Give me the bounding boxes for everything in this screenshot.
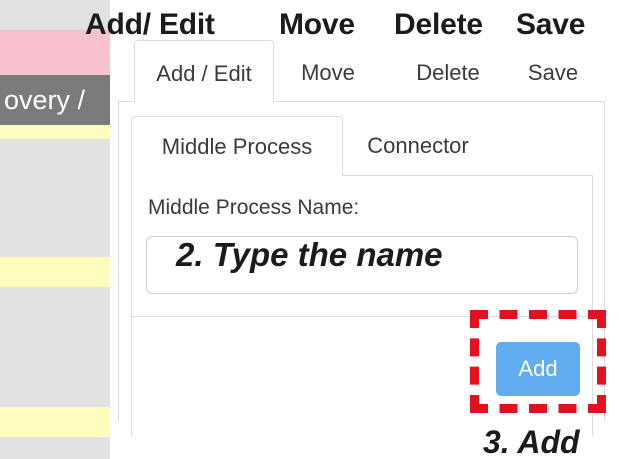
action-tabs: Add / Edit Move Delete Save bbox=[118, 40, 605, 103]
annotation-add-step: 3. Add bbox=[483, 424, 580, 459]
middle-process-name-label: Middle Process Name: bbox=[148, 196, 360, 219]
annotation-type-name: 2. Type the name bbox=[176, 236, 443, 273]
tab-middle-process[interactable]: Middle Process bbox=[131, 116, 343, 177]
sidebar-yellow-row bbox=[0, 257, 110, 287]
annotation-delete: Delete bbox=[394, 8, 483, 41]
sidebar-header-row: overy / bbox=[0, 75, 110, 125]
tab-delete[interactable]: Delete bbox=[388, 40, 508, 102]
sidebar-yellow-row bbox=[0, 125, 110, 139]
tab-connector[interactable]: Connector bbox=[343, 116, 493, 176]
annotation-move: Move bbox=[279, 8, 355, 41]
add-highlight-box bbox=[470, 310, 606, 413]
annotation-add-edit: Add/ Edit bbox=[85, 8, 215, 41]
tab-move[interactable]: Move bbox=[278, 40, 378, 102]
annotation-save: Save bbox=[516, 8, 586, 41]
element-type-tabs: Middle Process Connector bbox=[131, 116, 593, 177]
tab-save[interactable]: Save bbox=[508, 40, 598, 102]
sidebar-yellow-row bbox=[0, 407, 110, 437]
tab-add-edit[interactable]: Add / Edit bbox=[134, 40, 274, 103]
